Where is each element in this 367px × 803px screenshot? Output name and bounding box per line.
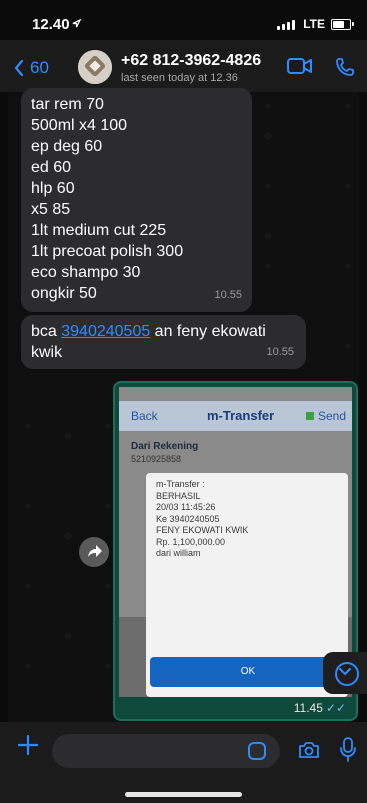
message-bubble[interactable]: bca 3940240505 an feny ekowati kwik 10.5…	[21, 315, 306, 369]
message-line: x5 85	[31, 201, 71, 218]
message-line: eco shampo 30	[31, 264, 141, 281]
mtransfer-back: Back	[131, 409, 158, 423]
input-bar	[0, 722, 367, 803]
mtransfer-title: m-Transfer	[207, 408, 275, 423]
video-call-icon[interactable]	[287, 57, 313, 75]
ok-button: OK	[150, 657, 346, 687]
message-line: ep deg 60	[31, 138, 103, 155]
mtransfer-send: Send	[306, 409, 346, 423]
dialog-line: Rp. 1,100,000.00	[156, 536, 226, 547]
unread-count: 60	[30, 58, 49, 77]
dialog-line: Ke 3940240505	[156, 513, 220, 524]
signal-icon	[277, 20, 295, 30]
dialog-text: m-Transfer : BERHASIL 20/03 11:45:26 Ke …	[156, 479, 248, 560]
contact-name[interactable]: +62 812-3962-4826	[121, 52, 261, 70]
camera-icon[interactable]	[298, 740, 320, 760]
message-line: 1lt precoat polish 300	[31, 243, 184, 260]
message-bubble[interactable]: tar rem 70 500ml x4 100 ep deg 60 ed 60 …	[21, 88, 252, 312]
mtransfer-from-label: Dari Rekening	[131, 441, 199, 452]
dialog-line: BERHASIL	[156, 490, 201, 501]
home-indicator	[125, 792, 242, 797]
status-bar: 12.40 LTE	[0, 0, 367, 40]
forward-arrow-icon	[88, 545, 102, 557]
image-message[interactable]: Back m-Transfer Send Dari Rekening 52109…	[113, 381, 358, 721]
message-line: tar rem 70	[31, 96, 104, 113]
microphone-icon[interactable]	[340, 737, 356, 763]
phone-icon[interactable]	[335, 57, 355, 77]
sticker-icon[interactable]	[248, 742, 266, 760]
avatar-image	[78, 50, 112, 84]
message-line: ongkir 50	[31, 285, 97, 302]
forward-button[interactable]	[79, 537, 109, 567]
dialog-line: m-Transfer :	[156, 479, 205, 489]
message-line: ed 60	[31, 159, 72, 176]
plus-icon[interactable]	[17, 734, 39, 756]
scroll-down-button[interactable]	[323, 652, 367, 694]
bank-prefix: bca	[31, 323, 62, 340]
message-line: 1lt medium cut 225	[31, 222, 167, 239]
message-input[interactable]	[52, 734, 280, 768]
location-arrow-icon	[72, 19, 81, 28]
dialog-line: dari william	[156, 548, 201, 558]
mtransfer-header: Back m-Transfer Send	[119, 401, 352, 431]
avatar[interactable]	[78, 50, 112, 84]
status-time: 12.40	[32, 16, 70, 33]
chat-screen: 12.40 LTE 60 +62 812-3962-4826 last seen…	[0, 0, 367, 803]
dialog-line: 20/03 11:45:26	[156, 502, 216, 512]
account-number-link[interactable]: 3940240505	[61, 323, 150, 340]
message-time: 10.55	[214, 289, 242, 301]
read-ticks-icon: ✓✓	[325, 701, 346, 715]
mtransfer-account: 5210925858	[131, 454, 182, 464]
chevron-down-icon	[339, 668, 351, 676]
message-line: 500ml x4 100	[31, 117, 128, 134]
image-time: 11.45 ✓✓	[293, 701, 346, 715]
message-time: 10.55	[266, 346, 294, 358]
dialog-line: FENY EKOWATI KWIK	[156, 525, 249, 535]
chevron-left-icon	[14, 60, 24, 76]
message-line: hlp 60	[31, 180, 75, 197]
battery-icon	[331, 19, 351, 30]
chat-header: 60 +62 812-3962-4826 last seen today at …	[0, 40, 367, 92]
transfer-dialog: m-Transfer : BERHASIL 20/03 11:45:26 Ke …	[146, 473, 348, 697]
back-button[interactable]: 60	[14, 58, 49, 78]
last-seen: last seen today at 12.36	[121, 72, 238, 84]
transfer-screenshot[interactable]: Back m-Transfer Send Dari Rekening 52109…	[119, 387, 352, 697]
network-label: LTE	[303, 17, 325, 31]
